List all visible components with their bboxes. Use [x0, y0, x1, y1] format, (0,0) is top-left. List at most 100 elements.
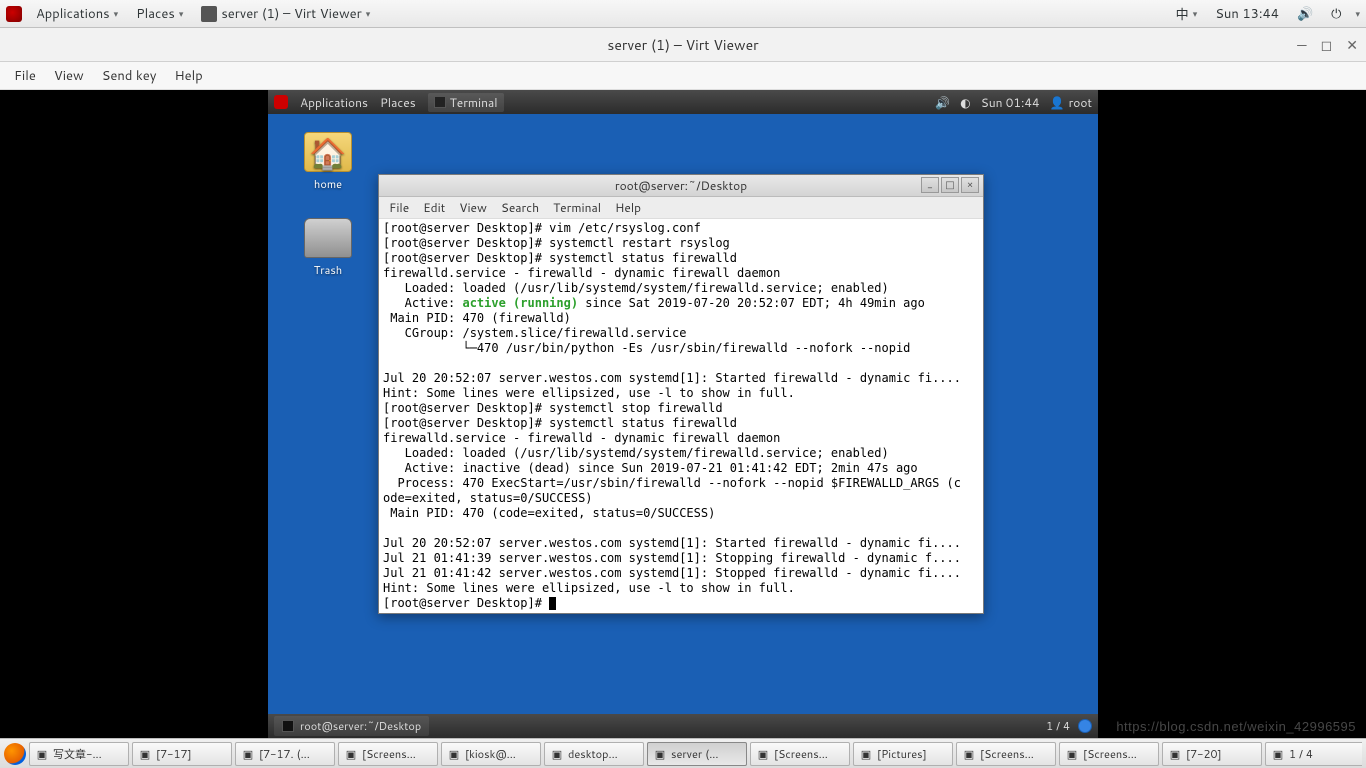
guest-bottom-panel: root@server:~/Desktop 1 / 4	[268, 714, 1098, 738]
taskbar-item[interactable]: ▣[Screens...	[750, 742, 850, 766]
term-menu-edit[interactable]: Edit	[423, 199, 445, 216]
maximize-button[interactable]: ◻	[1321, 35, 1333, 55]
app-icon: ▣	[859, 747, 873, 761]
distro-logo-icon	[6, 6, 22, 22]
taskbar-item-label: [7-17. (...	[259, 746, 310, 762]
chevron-down-icon: ▾	[114, 7, 119, 20]
taskbar-item[interactable]: ▣[7-17]	[132, 742, 232, 766]
close-button[interactable]: ✕	[1346, 35, 1358, 55]
chevron-down-icon: ▾	[179, 7, 184, 20]
taskbar-item[interactable]: ▣ [kiosk@...	[441, 742, 541, 766]
clock[interactable]: Sun 13:44	[1211, 3, 1283, 25]
folder-icon: 🏠	[304, 132, 352, 172]
taskbar-item[interactable]: ▣[Screens...	[956, 742, 1056, 766]
terminal-icon	[282, 720, 294, 732]
ime-indicator[interactable]: 中 ▾	[1172, 2, 1202, 26]
term-active-status: active (running)	[462, 296, 578, 310]
chevron-down-icon: ▾	[1355, 7, 1360, 20]
app-icon: ▣	[550, 747, 564, 761]
taskbar-item[interactable]: ▣写文章-...	[29, 742, 129, 766]
taskbar-item-label: [7-20]	[1186, 746, 1222, 762]
menu-view[interactable]: View	[54, 67, 84, 85]
taskbar-item[interactable]: ▣[Pictures]	[853, 742, 953, 766]
guest-volume-icon[interactable]: 🔊	[935, 94, 950, 111]
app-icon: ▣	[756, 747, 770, 761]
window-title-menu[interactable]: server (1) – Virt Viewer ▾	[197, 3, 374, 25]
terminal-menubar: File Edit View Search Terminal Help	[379, 197, 983, 219]
taskbar-item[interactable]: ▣1 / 4	[1265, 742, 1362, 766]
app-icon: ▣	[653, 747, 667, 761]
taskbar-item[interactable]: ▣desktop...	[544, 742, 644, 766]
terminal-titlebar[interactable]: root@server:~/Desktop _ □ ×	[379, 175, 983, 197]
menu-sendkey[interactable]: Send key	[102, 67, 157, 85]
volume-icon[interactable]: 🔊	[1293, 3, 1317, 25]
chevron-down-icon: ▾	[366, 7, 371, 20]
term-minimize-button[interactable]: _	[921, 177, 939, 193]
applications-label: Applications	[36, 5, 110, 23]
term-menu-search[interactable]: Search	[501, 199, 539, 216]
workspace-switcher-icon[interactable]	[1078, 719, 1092, 733]
vv-content: Applications Places Terminal 🔊 ◐ Sun 01:…	[0, 90, 1366, 738]
menu-help[interactable]: Help	[174, 67, 202, 85]
taskbar-item-label: server (...	[671, 746, 718, 762]
term-close-button[interactable]: ×	[961, 177, 979, 193]
terminal-output[interactable]: [root@server Desktop]# vim /etc/rsyslog.…	[379, 219, 983, 613]
term-menu-file[interactable]: File	[389, 199, 409, 216]
terminal-window[interactable]: root@server:~/Desktop _ □ × File Edit Vi…	[378, 174, 984, 614]
app-icon: ▣	[447, 747, 461, 761]
terminal-title: root@server:~/Desktop	[615, 177, 747, 194]
terminal-icon	[434, 96, 446, 108]
minimize-button[interactable]: —	[1297, 35, 1306, 55]
term-menu-terminal[interactable]: Terminal	[553, 199, 601, 216]
taskbar-item[interactable]: ▣ [Screens...	[1059, 742, 1159, 766]
guest-places-menu[interactable]: Places	[380, 94, 416, 111]
app-icon: ▣	[344, 747, 358, 761]
trash-label: Trash	[296, 262, 360, 278]
guest-desktop-area[interactable]: 🏠 home Trash root@server:~/Desktop _ □ ×	[268, 114, 1098, 714]
guest-taskbar-label: root@server:~/Desktop	[300, 718, 421, 734]
guest-desktop[interactable]: Applications Places Terminal 🔊 ◐ Sun 01:…	[268, 90, 1098, 738]
app-icon: ▣	[241, 747, 255, 761]
app-icon: ▣	[1168, 747, 1182, 761]
guest-clock[interactable]: Sun 01:44	[981, 94, 1040, 111]
redhat-logo-icon	[274, 95, 288, 109]
taskbar-item[interactable]: ▣ [7-17. (...	[235, 742, 335, 766]
places-menu[interactable]: Places ▾	[132, 3, 187, 25]
taskbar-item[interactable]: ▣ [7-20]	[1162, 742, 1262, 766]
chevron-down-icon: ▾	[1193, 7, 1198, 20]
home-folder-icon[interactable]: 🏠 home	[296, 132, 360, 192]
user-icon: 👤	[1050, 94, 1065, 111]
trashcan-icon	[304, 218, 352, 258]
app-icon: ▣	[35, 747, 49, 761]
taskbar-item-label: 1 / 4	[1289, 746, 1313, 762]
virt-viewer-window: server (1) – Virt Viewer — ◻ ✕ File View…	[0, 28, 1366, 738]
taskbar-item-label: [Screens...	[362, 746, 416, 762]
term-maximize-button[interactable]: □	[941, 177, 959, 193]
applications-menu[interactable]: Applications ▾	[32, 3, 122, 25]
term-text-after: since Sat 2019-07-20 20:52:07 EDT; 4h 49…	[383, 296, 961, 610]
firefox-icon[interactable]	[4, 743, 26, 765]
guest-applications-menu[interactable]: Applications	[300, 94, 368, 111]
ime-label: 中	[1176, 4, 1189, 24]
virt-viewer-icon	[201, 6, 217, 22]
guest-user-menu[interactable]: 👤 root	[1050, 94, 1092, 111]
outer-top-panel: Applications ▾ Places ▾ server (1) – Vir…	[0, 0, 1366, 28]
guest-accessibility-icon[interactable]: ◐	[960, 94, 970, 111]
taskbar-item[interactable]: ▣ [Screens...	[338, 742, 438, 766]
term-menu-view[interactable]: View	[459, 199, 487, 216]
vv-menubar: File View Send key Help	[0, 62, 1366, 90]
guest-taskbar-item[interactable]: root@server:~/Desktop	[274, 716, 429, 736]
trash-icon[interactable]: Trash	[296, 218, 360, 278]
app-icon: ▣	[962, 747, 976, 761]
taskbar-item-label: [Screens...	[1083, 746, 1137, 762]
window-title-label: server (1) – Virt Viewer	[221, 5, 361, 23]
taskbar-item[interactable]: ▣ server (...	[647, 742, 747, 766]
taskbar-item-label: [kiosk@...	[465, 746, 516, 762]
power-icon[interactable]: ⏻	[1327, 3, 1345, 25]
vv-title: server (1) – Virt Viewer	[607, 35, 758, 55]
menu-file[interactable]: File	[14, 67, 36, 85]
app-icon: ▣	[1065, 747, 1079, 761]
guest-active-window-button[interactable]: Terminal	[428, 93, 504, 112]
workspace-indicator[interactable]: 1 / 4	[1046, 718, 1070, 734]
term-menu-help[interactable]: Help	[615, 199, 641, 216]
